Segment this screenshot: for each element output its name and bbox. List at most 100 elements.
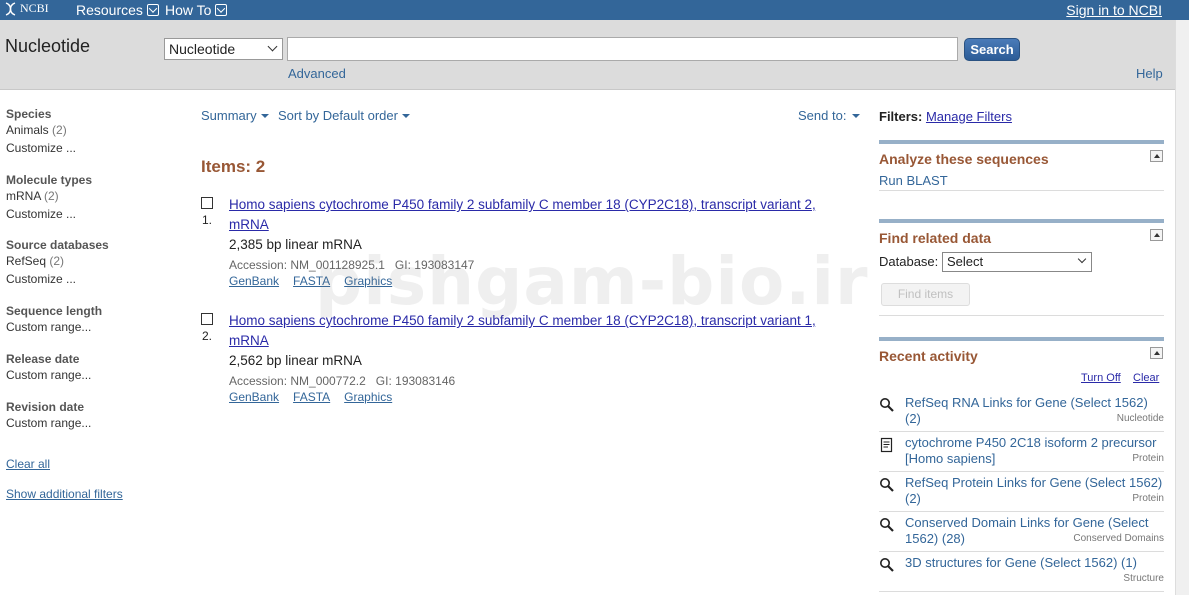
result-number: 1. [202, 213, 213, 227]
facet-custom-range[interactable]: Custom range... [6, 366, 91, 384]
result-accession: Accession: NM_001128925.1 GI: 193083147 [229, 258, 475, 272]
filters-label: Filters: [879, 109, 923, 124]
facet-item-animals[interactable]: Animals (2) [6, 121, 76, 139]
facet-group-revision-date: Revision date Custom range... [6, 400, 91, 432]
portlet-divider [879, 140, 1164, 144]
activity-text: 3D structures for Gene (Select 1562) (1) [905, 555, 1137, 570]
divider [879, 431, 1164, 432]
summary-format-label: Summary [201, 108, 257, 123]
recent-activity-item[interactable]: RefSeq RNA Links for Gene (Select 1562) … [879, 395, 1164, 431]
database-select[interactable]: Nucleotide [164, 38, 283, 60]
divider [879, 315, 1164, 316]
graphics-link[interactable]: Graphics [344, 274, 392, 288]
how-to-menu-label: How To [165, 2, 212, 18]
fasta-link[interactable]: FASTA [293, 390, 330, 404]
divider [879, 471, 1164, 472]
facet-custom-range[interactable]: Custom range... [6, 318, 102, 336]
activity-database: Structure [1123, 573, 1164, 584]
ncbi-logo[interactable]: NCBI [4, 1, 49, 16]
result-checkbox[interactable] [201, 197, 213, 209]
divider [879, 511, 1164, 512]
recent-activity-item[interactable]: cytochrome P450 2C18 isoform 2 precursor… [879, 435, 1164, 471]
facet-title: Source databases [6, 238, 109, 252]
send-to-menu[interactable]: Send to: [798, 108, 861, 123]
result-checkbox[interactable] [201, 313, 213, 325]
collapse-toggle-icon[interactable] [1150, 150, 1163, 162]
search-button[interactable]: Search [964, 38, 1020, 61]
sign-in-link[interactable]: Sign in to NCBI [1066, 2, 1162, 18]
facet-title: Molecule types [6, 173, 93, 187]
divider [879, 551, 1164, 552]
search-icon [880, 518, 894, 532]
advanced-search-link[interactable]: Advanced [288, 66, 346, 81]
chevron-down-icon [146, 4, 159, 16]
genbank-link[interactable]: GenBank [229, 274, 279, 288]
activity-database: Conserved Domains [1073, 533, 1164, 544]
portlet-divider [879, 337, 1164, 341]
facet-title: Species [6, 107, 52, 121]
divider [879, 591, 1164, 592]
search-icon [880, 398, 894, 412]
result-title-link[interactable]: Homo sapiens cytochrome P450 family 2 su… [229, 195, 849, 235]
result-description: 2,562 bp linear mRNA [229, 353, 362, 368]
run-blast-link[interactable]: Run BLAST [879, 173, 1164, 188]
result-title-link[interactable]: Homo sapiens cytochrome P450 family 2 su… [229, 311, 849, 351]
chevron-down-icon [215, 4, 228, 16]
recent-activity-item[interactable]: RefSeq Protein Links for Gene (Select 15… [879, 475, 1164, 511]
database-select-value: Nucleotide [169, 41, 236, 57]
database-title: Nucleotide [5, 36, 91, 56]
collapse-toggle-icon[interactable] [1150, 347, 1163, 359]
clear-all-link[interactable]: Clear all [6, 457, 50, 471]
analyze-sequences-title: Analyze these sequences [879, 151, 1049, 167]
graphics-link[interactable]: Graphics [344, 390, 392, 404]
turn-off-link[interactable]: Turn Off [1081, 372, 1121, 384]
find-items-button[interactable]: Find items [881, 283, 970, 306]
facet-customize[interactable]: Customize ... [6, 139, 76, 157]
show-additional-filters-link[interactable]: Show additional filters [6, 487, 123, 501]
search-input[interactable] [287, 37, 958, 61]
facet-customize[interactable]: Customize ... [6, 205, 92, 223]
ncbi-top-bar: NCBI Resources How To Sign in to NCBI [0, 0, 1189, 20]
genbank-link[interactable]: GenBank [229, 390, 279, 404]
activity-database: Nucleotide [1116, 413, 1164, 424]
facet-item-mrna[interactable]: mRNA (2) [6, 187, 92, 205]
resources-menu[interactable]: Resources [76, 2, 159, 18]
clear-activity-link[interactable]: Clear [1133, 372, 1159, 384]
items-count-heading: Items: 2 [201, 157, 266, 176]
search-header: Nucleotide Nucleotide Search Advanced He… [0, 20, 1175, 90]
sort-order-menu[interactable]: Sort by Default order [278, 108, 410, 123]
facet-group-species: Species Animals (2) Customize ... [6, 107, 76, 157]
facet-custom-range[interactable]: Custom range... [6, 414, 91, 432]
result-description: 2,385 bp linear mRNA [229, 237, 362, 252]
document-icon [880, 437, 893, 453]
collapse-toggle-icon[interactable] [1150, 229, 1163, 241]
search-icon [880, 478, 894, 492]
facet-customize[interactable]: Customize ... [6, 270, 109, 288]
recent-activity-title: Recent activity [879, 348, 978, 364]
facet-title: Revision date [6, 400, 85, 414]
facet-group-molecule-types: Molecule types mRNA (2) Customize ... [6, 173, 92, 223]
result-item: 1. Homo sapiens cytochrome P450 family 2… [201, 195, 851, 305]
chevron-down-icon [1077, 254, 1087, 264]
result-number: 2. [202, 329, 213, 343]
resources-menu-label: Resources [76, 2, 143, 18]
related-database-select[interactable]: Select [942, 252, 1092, 272]
manage-filters-link[interactable]: Manage Filters [926, 109, 1012, 124]
summary-format-menu[interactable]: Summary [201, 108, 269, 123]
result-links: GenBank FASTA Graphics [229, 390, 392, 404]
facet-group-source-databases: Source databases RefSeq (2) Customize ..… [6, 238, 109, 288]
recent-activity-item[interactable]: 3D structures for Gene (Select 1562) (1)… [879, 555, 1164, 591]
help-link[interactable]: Help [1136, 66, 1163, 81]
result-links: GenBank FASTA Graphics [229, 274, 392, 288]
vertical-scrollbar[interactable] [1175, 20, 1189, 595]
recent-activity-item[interactable]: Conserved Domain Links for Gene (Select … [879, 515, 1164, 551]
fasta-link[interactable]: FASTA [293, 274, 330, 288]
activity-text: cytochrome P450 2C18 isoform 2 precursor… [905, 435, 1157, 466]
facet-title: Sequence length [6, 304, 103, 318]
facet-item-refseq[interactable]: RefSeq (2) [6, 252, 109, 270]
facet-title: Release date [6, 352, 80, 366]
how-to-menu[interactable]: How To [165, 2, 228, 18]
caret-down-icon [260, 113, 269, 118]
result-item: 2. Homo sapiens cytochrome P450 family 2… [201, 311, 851, 421]
caret-down-icon [852, 113, 861, 118]
